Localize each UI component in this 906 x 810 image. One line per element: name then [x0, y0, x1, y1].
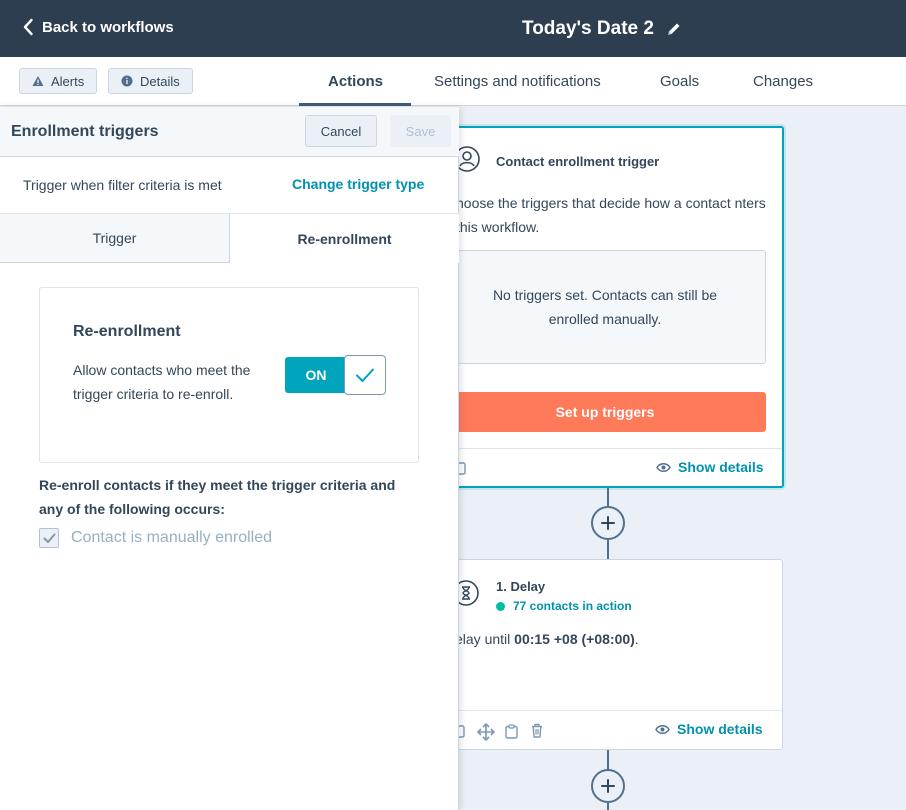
subtab-re-enrollment[interactable]: Re-enrollment: [230, 214, 459, 263]
tab-goals[interactable]: Goals: [660, 57, 699, 105]
details-button[interactable]: Details: [108, 68, 193, 94]
contacts-in-action-link[interactable]: 77 contacts in action: [496, 599, 632, 613]
no-triggers-box: No triggers set. Contacts can still be e…: [444, 250, 766, 364]
re-enroll-condition-text: Re-enroll contacts if they meet the trig…: [39, 477, 396, 517]
delay-text-suffix: .: [634, 631, 639, 647]
back-to-workflows-link[interactable]: Back to workflows: [22, 18, 174, 36]
workflow-title-group: Today's Date 2: [522, 18, 682, 40]
manual-enrollment-option[interactable]: Contact is manually enrolled: [39, 528, 272, 548]
show-details-label: Show details: [677, 721, 763, 737]
eye-icon: [656, 462, 671, 472]
delay-text-prefix: elay until: [455, 631, 515, 647]
manual-enrollment-checkbox[interactable]: [39, 528, 59, 548]
checkmark-icon: [356, 368, 374, 382]
back-label: Back to workflows: [42, 18, 174, 36]
trigger-card-footer: Show details: [434, 448, 782, 488]
cancel-button[interactable]: Cancel: [305, 115, 377, 147]
trigger-card-description: hoose the triggers that decide how a con…: [456, 195, 766, 235]
change-trigger-type-link[interactable]: Change trigger type: [292, 176, 424, 192]
tab-settings-and-notifications[interactable]: Settings and notifications: [434, 57, 601, 105]
subtab-trigger[interactable]: Trigger: [0, 214, 230, 263]
enrollment-triggers-panel: Enrollment triggers Cancel Save Trigger …: [0, 107, 459, 810]
status-dot: [496, 601, 505, 611]
plus-icon: [601, 779, 615, 793]
add-action-button[interactable]: [591, 769, 625, 803]
plus-icon: [601, 516, 615, 530]
add-action-button[interactable]: [591, 506, 625, 540]
checkmark-icon: [43, 533, 55, 543]
eye-icon: [655, 724, 670, 734]
trigger-type-text: Trigger when filter criteria is met: [23, 177, 222, 193]
trash-icon[interactable]: [531, 723, 543, 738]
details-label: Details: [140, 73, 180, 89]
trigger-card-title: Contact enrollment trigger: [496, 154, 660, 169]
toggle-on-label: ON: [285, 357, 347, 393]
show-details-link[interactable]: Show details: [656, 459, 764, 475]
workflow-tabbar: Alerts Details Actions Settings and noti…: [0, 57, 906, 106]
re-enrollment-title: Re-enrollment: [73, 323, 181, 340]
delay-description: elay until 00:15 +08 (+08:00).: [455, 627, 765, 651]
tab-actions[interactable]: Actions: [298, 57, 412, 106]
warning-icon: [32, 76, 44, 86]
trigger-type-row: Trigger when filter criteria is met Chan…: [0, 157, 459, 214]
show-details-label: Show details: [678, 459, 764, 475]
enrollment-trigger-card[interactable]: Contact enrollment trigger hoose the tri…: [432, 126, 784, 488]
set-up-triggers-button[interactable]: Set up triggers: [444, 392, 766, 432]
contacts-in-action-label: 77 contacts in action: [513, 599, 632, 613]
alerts-button[interactable]: Alerts: [19, 68, 98, 94]
delay-card-title: 1. Delay: [496, 579, 546, 594]
move-icon[interactable]: [477, 723, 495, 741]
re-enrollment-toggle[interactable]: ON: [285, 355, 387, 395]
delay-time: 00:15 +08 (+08:00): [514, 631, 635, 647]
chevron-left-icon: [23, 18, 33, 36]
clipboard-icon[interactable]: [505, 724, 518, 739]
top-header: Back to workflows Today's Date 2: [0, 0, 906, 57]
connector-line: [607, 540, 609, 560]
info-icon: [121, 75, 133, 87]
panel-header: Enrollment triggers Cancel Save: [0, 107, 459, 157]
alerts-label: Alerts: [51, 73, 85, 89]
connector-line: [607, 803, 609, 810]
workflow-title: Today's Date 2: [522, 18, 654, 39]
delay-card-footer: Show details: [433, 710, 782, 750]
save-button[interactable]: Save: [390, 115, 451, 147]
panel-title: Enrollment triggers: [11, 123, 159, 140]
re-enrollment-box: Re-enrollment Allow contacts who meet th…: [39, 287, 419, 463]
panel-subtabs: Trigger Re-enrollment: [0, 214, 459, 263]
manual-enrollment-label: Contact is manually enrolled: [71, 529, 272, 546]
tab-changes[interactable]: Changes: [753, 57, 813, 105]
re-enrollment-description: Allow contacts who meet the trigger crit…: [73, 362, 251, 402]
pencil-icon[interactable]: [666, 21, 682, 37]
delay-action-card[interactable]: 1. Delay 77 contacts in action elay unti…: [432, 559, 783, 750]
show-details-link[interactable]: Show details: [655, 721, 763, 737]
toggle-knob: [344, 355, 386, 395]
